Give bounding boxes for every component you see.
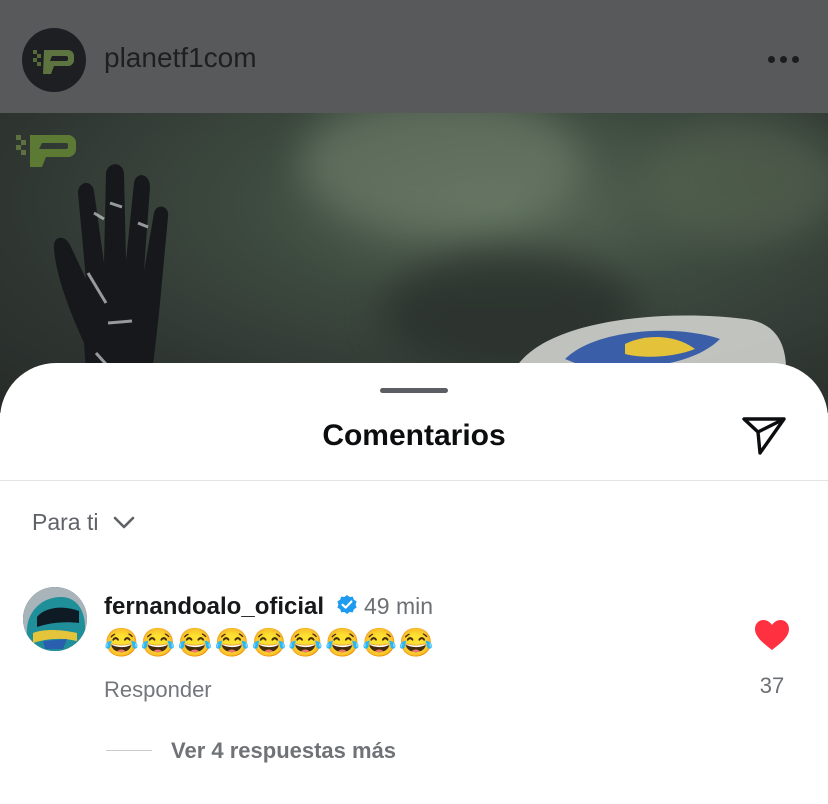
heart-liked-icon[interactable] bbox=[754, 619, 790, 651]
chevron-down-icon bbox=[114, 516, 135, 529]
like-count: 37 bbox=[759, 673, 785, 698]
helmet-avatar-icon bbox=[23, 587, 87, 651]
comments-sheet: Comentarios Para ti fernandoalo_oficial … bbox=[0, 363, 828, 804]
post-header: planetf1com bbox=[0, 0, 828, 113]
sort-label: Para ti bbox=[32, 508, 99, 535]
reply-button[interactable]: Responder bbox=[104, 677, 212, 703]
commenter-avatar[interactable] bbox=[23, 587, 87, 651]
more-horizontal-icon[interactable] bbox=[766, 56, 802, 64]
comment-text: 😂😂😂😂😂😂😂😂😂 bbox=[104, 627, 436, 658]
sort-dropdown[interactable]: Para ti bbox=[32, 507, 136, 537]
verified-badge-icon bbox=[337, 595, 357, 614]
comment-username[interactable]: fernandoalo_oficial bbox=[104, 593, 324, 621]
send-paper-plane-icon[interactable] bbox=[740, 413, 788, 457]
post-username[interactable]: planetf1com bbox=[104, 42, 257, 74]
planetf1-avatar[interactable] bbox=[22, 28, 86, 92]
drag-handle[interactable] bbox=[380, 388, 448, 393]
comment-timestamp: 49 min bbox=[364, 593, 434, 619]
replies-divider-line bbox=[106, 750, 152, 751]
divider bbox=[0, 480, 828, 481]
view-replies-button[interactable]: Ver 4 respuestas más bbox=[171, 738, 396, 764]
planetf1-logo-icon bbox=[33, 50, 74, 74]
heart-shape bbox=[755, 620, 789, 650]
sheet-title: Comentarios bbox=[322, 419, 506, 452]
